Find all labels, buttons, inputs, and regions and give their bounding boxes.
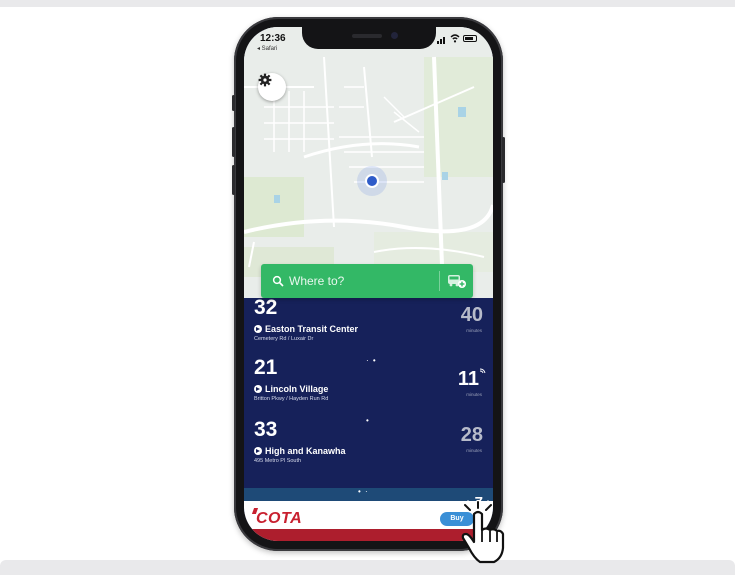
minutes-label: minutes bbox=[466, 328, 482, 333]
volume-down-button bbox=[232, 165, 235, 195]
route-destination: Easton Transit Center bbox=[254, 324, 358, 334]
route-destination: Lincoln Village bbox=[254, 384, 328, 394]
route-stop: Cemetery Rd / Luxair Dr bbox=[254, 336, 314, 342]
bottom-frame-bar bbox=[0, 560, 735, 575]
route-list: • · 32 Easton Transit Center Cemetery Rd… bbox=[244, 291, 493, 488]
phone-screen: 12:36 ◂ Safari Where to? 32 Easton Trans… bbox=[244, 27, 493, 541]
mute-switch bbox=[232, 95, 235, 111]
route-card[interactable]: 32 Easton Transit Center Cemetery Rd / L… bbox=[244, 296, 493, 356]
wifi-icon bbox=[450, 34, 460, 43]
realtime-icon bbox=[479, 368, 486, 374]
search-placeholder[interactable]: Where to? bbox=[289, 274, 344, 288]
route-destination: High and Kanawha bbox=[254, 446, 346, 456]
current-location-marker bbox=[365, 174, 379, 188]
hand-cursor-icon bbox=[461, 500, 505, 564]
phone-device: 12:36 ◂ Safari Where to? 32 Easton Trans… bbox=[232, 17, 505, 551]
bus-add-icon[interactable] bbox=[447, 273, 467, 289]
where-to-search-bar[interactable]: Where to? bbox=[261, 264, 473, 298]
direction-arrow-icon bbox=[254, 385, 262, 393]
top-frame-bar bbox=[0, 0, 735, 7]
status-time: 12:36 bbox=[260, 33, 286, 44]
route-number: 32 bbox=[254, 296, 278, 319]
search-icon bbox=[272, 275, 284, 287]
route-stop: 495 Metro Pl South bbox=[254, 458, 302, 464]
settings-button[interactable] bbox=[258, 73, 286, 101]
route-minutes: 40 bbox=[460, 304, 483, 326]
route-minutes: 11 bbox=[457, 368, 479, 390]
route-card[interactable]: 33 High and Kanawha 495 Metro Pl South 2… bbox=[244, 418, 493, 478]
power-button bbox=[502, 137, 505, 183]
back-to-safari-link[interactable]: ◂ Safari bbox=[257, 45, 277, 52]
page-indicator: • · bbox=[358, 487, 369, 496]
minutes-label: minutes bbox=[466, 448, 482, 453]
direction-arrow-icon bbox=[254, 325, 262, 333]
route-stop: Britton Pkwy / Hayden Run Rd bbox=[254, 396, 329, 402]
minutes-label: minutes bbox=[466, 392, 482, 397]
route-minutes: 28 bbox=[460, 424, 483, 446]
route-number: 21 bbox=[254, 356, 278, 379]
cota-logo: COTA bbox=[256, 510, 303, 527]
search-divider bbox=[439, 271, 440, 291]
route-number: 33 bbox=[254, 418, 278, 441]
battery-icon bbox=[463, 35, 477, 42]
route-card[interactable]: 21 Lincoln Village Britton Pkwy / Hayden… bbox=[244, 356, 493, 416]
status-icons bbox=[437, 34, 479, 44]
direction-arrow-icon bbox=[254, 447, 262, 455]
gear-icon bbox=[258, 73, 272, 87]
signal-icon bbox=[437, 41, 439, 44]
status-bar: 12:36 ◂ Safari bbox=[244, 27, 493, 57]
volume-up-button bbox=[232, 127, 235, 157]
